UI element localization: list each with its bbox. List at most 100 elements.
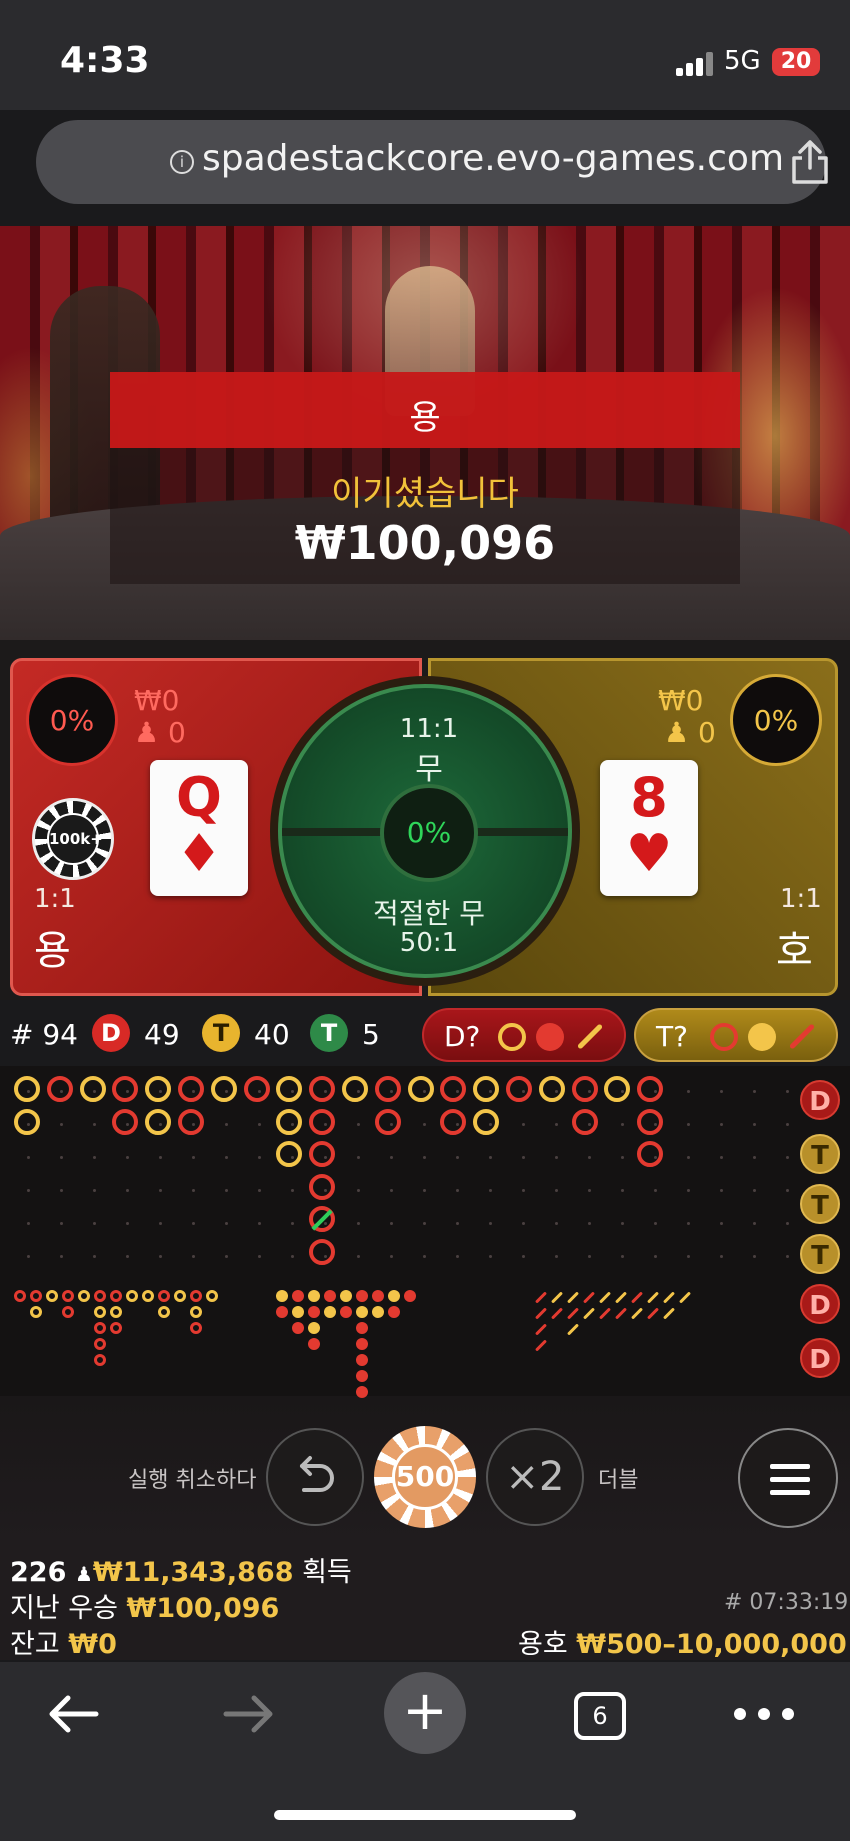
grid-dot [93, 1222, 96, 1225]
grid-dot [654, 1189, 657, 1192]
tiger-predict-label: T? [656, 1020, 688, 1053]
grid-dot [126, 1156, 129, 1159]
grid-dot [225, 1222, 228, 1225]
small-road-dot [324, 1306, 336, 1318]
forward-arrow-icon[interactable] [222, 1692, 276, 1736]
small-road-dot [276, 1306, 288, 1318]
small-road-bead [142, 1290, 154, 1302]
grid-dot [621, 1123, 624, 1126]
grid-dot [753, 1090, 756, 1093]
grid-dot [654, 1222, 657, 1225]
person-icon: ♟ [664, 716, 690, 749]
small-road-bead [190, 1306, 202, 1318]
suited-tie-label[interactable]: 적절한 무 [282, 892, 568, 932]
dragon-side-icon: D [800, 1284, 840, 1324]
result-bead [46, 1076, 73, 1102]
info-icon[interactable]: i [170, 150, 194, 174]
grid-dot [258, 1156, 261, 1159]
grid-dot [60, 1123, 63, 1126]
small-road-dot [372, 1290, 384, 1302]
grid-dot [456, 1189, 459, 1192]
last-win: ₩100,096 [126, 1593, 280, 1624]
grid-dot [786, 1123, 789, 1126]
result-bead [374, 1076, 401, 1102]
dragon-odds: 1:1 [34, 884, 76, 914]
dragon-label: 용 [34, 928, 71, 974]
double-button[interactable]: ×2 [486, 1428, 584, 1526]
grid-dot [225, 1255, 228, 1258]
dragon-side-icon: D [800, 1080, 840, 1120]
grid-dot [456, 1255, 459, 1258]
small-road-dot [372, 1306, 384, 1318]
slash-icon [576, 1023, 604, 1050]
dragon-side-icon: D [800, 1338, 840, 1378]
grid-dot [159, 1189, 162, 1192]
result-bead [637, 1108, 664, 1135]
small-road-bead [78, 1290, 90, 1302]
grid-dot [27, 1189, 30, 1192]
small-road-bead [206, 1290, 218, 1302]
small-road-bead [94, 1290, 106, 1302]
grid-dot [522, 1222, 525, 1225]
tie-bet-area[interactable]: 11:1 무 0% 적절한 무 50:1 [278, 684, 572, 978]
share-icon[interactable] [788, 138, 832, 186]
grid-dot [456, 1222, 459, 1225]
grid-dot [258, 1189, 261, 1192]
grid-dot [621, 1156, 624, 1159]
grid-dot [60, 1189, 63, 1192]
undo-icon [300, 1456, 334, 1492]
grid-dot [522, 1189, 525, 1192]
small-road-bead [110, 1322, 122, 1334]
grid-dot [27, 1222, 30, 1225]
tiger-count: 40 [254, 1018, 290, 1051]
back-arrow-icon[interactable] [46, 1692, 100, 1736]
address-bar[interactable]: i spadestackcore.evo-games.com [36, 120, 828, 204]
result-bead [342, 1076, 368, 1102]
grid-dot [555, 1189, 558, 1192]
result-bead [309, 1173, 336, 1200]
heart-suit-icon: ♥ [625, 824, 673, 884]
url-text[interactable]: spadestackcore.evo-games.com [202, 138, 784, 179]
winner-label: 용 [409, 398, 441, 438]
more-icon[interactable] [734, 1704, 794, 1724]
small-road-dot [356, 1290, 368, 1302]
grid-dot [720, 1090, 723, 1093]
grid-dot [489, 1222, 492, 1225]
grid-dot [258, 1255, 261, 1258]
undo-button[interactable] [266, 1428, 364, 1526]
grid-dot [192, 1255, 195, 1258]
menu-button[interactable] [738, 1428, 838, 1528]
grid-dot [786, 1255, 789, 1258]
result-bead [506, 1076, 532, 1102]
tiger-predict-button[interactable]: T? [634, 1008, 838, 1062]
chip-selector[interactable]: 500 [374, 1426, 476, 1528]
rounds-count: # 94 [10, 1018, 78, 1051]
result-bead [309, 1076, 336, 1102]
limits-line[interactable]: 용호 ₩500–10,000,000 [518, 1622, 847, 1661]
grid-dot [225, 1156, 228, 1159]
tie-badge: T [310, 1014, 348, 1052]
dragon-predict-button[interactable]: D? [422, 1008, 626, 1062]
small-road-dot [340, 1290, 352, 1302]
grid-dot [291, 1222, 294, 1225]
battery-icon: 20 [772, 48, 820, 76]
players-count: 226 [10, 1557, 67, 1588]
grid-dot [786, 1156, 789, 1159]
grid-dot [159, 1255, 162, 1258]
balance-line: 잔고 ₩0 [10, 1622, 117, 1661]
tabs-button[interactable]: 6 [574, 1692, 626, 1740]
result-bead [637, 1076, 664, 1102]
grid-dot [27, 1255, 30, 1258]
new-tab-button[interactable]: + [384, 1672, 466, 1754]
small-road-bead [158, 1290, 170, 1302]
small-road-dot [276, 1290, 288, 1302]
result-bead [145, 1076, 172, 1102]
dragon-card: Q ♦ [150, 760, 248, 896]
grid-dot [687, 1123, 690, 1126]
chip-value: 500 [392, 1444, 458, 1510]
signal-icon [676, 52, 716, 76]
small-road-bead [62, 1306, 74, 1318]
balance-label: 잔고 [10, 1629, 60, 1660]
small-road-bead [126, 1290, 138, 1302]
small-road-bead [174, 1290, 186, 1302]
